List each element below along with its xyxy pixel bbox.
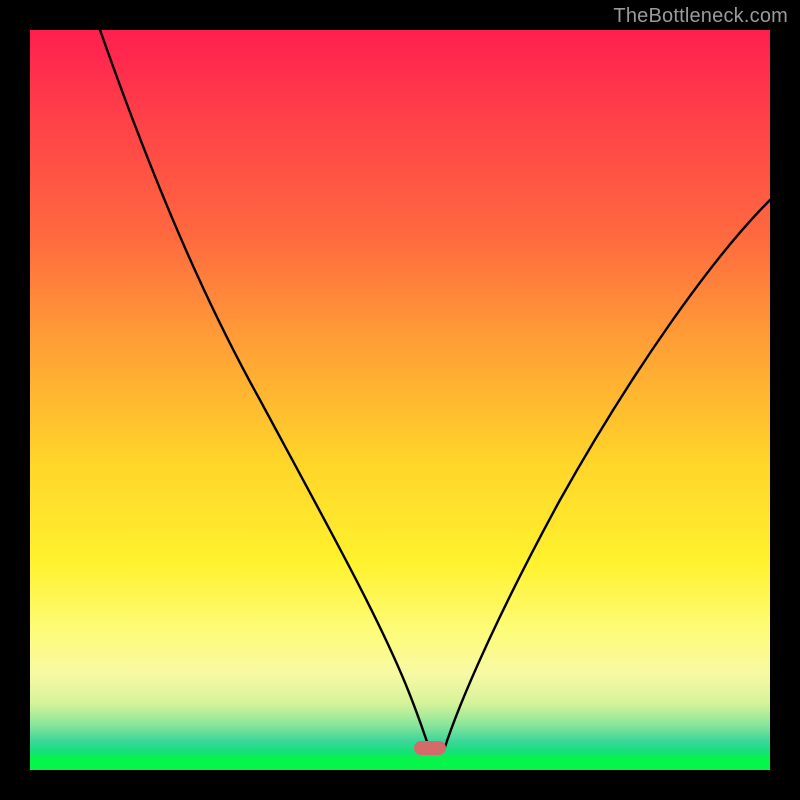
optimum-marker [414, 741, 446, 755]
chart-frame: TheBottleneck.com [0, 0, 800, 800]
bottleneck-curve [30, 30, 770, 770]
source-watermark: TheBottleneck.com [613, 5, 788, 28]
bottleneck-curve-path [100, 30, 770, 750]
plot-area [30, 30, 770, 770]
